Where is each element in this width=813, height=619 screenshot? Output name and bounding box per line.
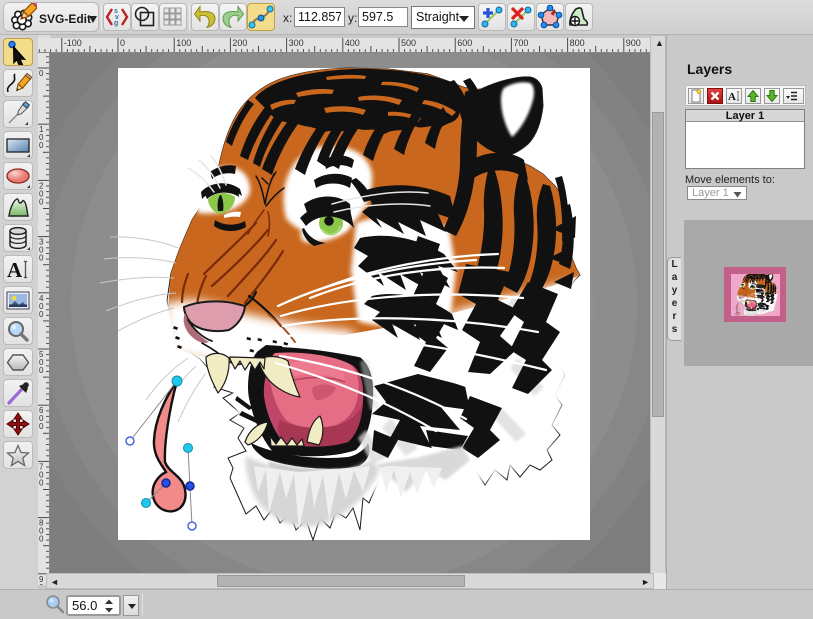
svg-text:700: 700: [513, 38, 528, 48]
svg-text:0: 0: [39, 254, 44, 263]
svg-text:900: 900: [626, 38, 641, 48]
svg-text:0: 0: [39, 69, 44, 78]
svg-text:200: 200: [232, 38, 247, 48]
svg-text:A: A: [7, 258, 23, 282]
svg-text:-100: -100: [64, 38, 82, 48]
svg-text:600: 600: [457, 38, 472, 48]
svg-text:0: 0: [39, 478, 44, 487]
svg-text:A: A: [728, 91, 736, 103]
svg-text:0: 0: [39, 422, 44, 431]
svg-text:0: 0: [39, 535, 44, 544]
svg-text:0: 0: [39, 583, 44, 585]
svg-text:0: 0: [39, 310, 44, 319]
svg-text:0: 0: [39, 141, 44, 150]
svg-text:100: 100: [176, 38, 191, 48]
svg-text:0: 0: [39, 197, 44, 206]
svg-text:800: 800: [570, 38, 585, 48]
svg-text:400: 400: [345, 38, 360, 48]
svg-text:300: 300: [289, 38, 304, 48]
svg-text:500: 500: [401, 38, 416, 48]
svg-text:g: g: [114, 20, 118, 27]
svg-text:0: 0: [120, 38, 125, 48]
svg-text:0: 0: [39, 366, 44, 375]
